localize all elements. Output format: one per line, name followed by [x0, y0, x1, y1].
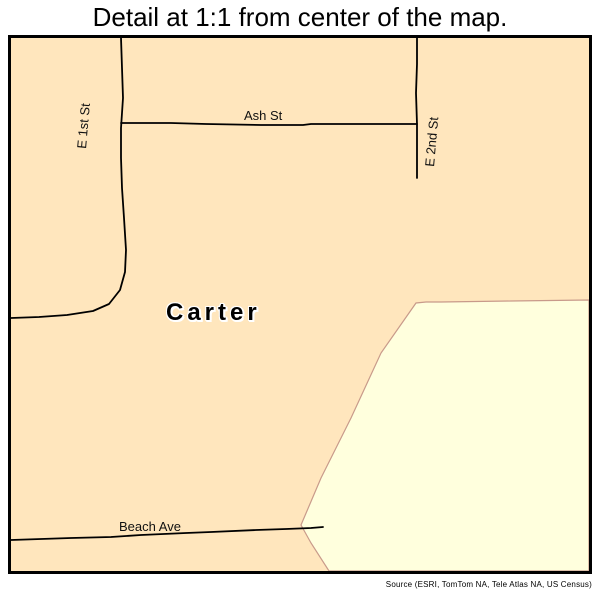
road-e-2nd-st[interactable] [415, 38, 418, 179]
map-canvas[interactable] [11, 38, 589, 571]
map-page: Detail at 1:1 from center of the map. As… [0, 0, 600, 600]
place-label-carter: Carter [166, 299, 261, 326]
street-label-ash-st: Ash St [244, 108, 283, 123]
map-frame[interactable]: Ash St Beach Ave E 1st St E 2nd St Carte… [8, 35, 592, 574]
page-title: Detail at 1:1 from center of the map. [92, 2, 508, 32]
source-attribution: Source (ESRI, TomTom NA, Tele Atlas NA, … [385, 580, 592, 589]
street-label-beach-ave: Beach Ave [119, 519, 181, 534]
